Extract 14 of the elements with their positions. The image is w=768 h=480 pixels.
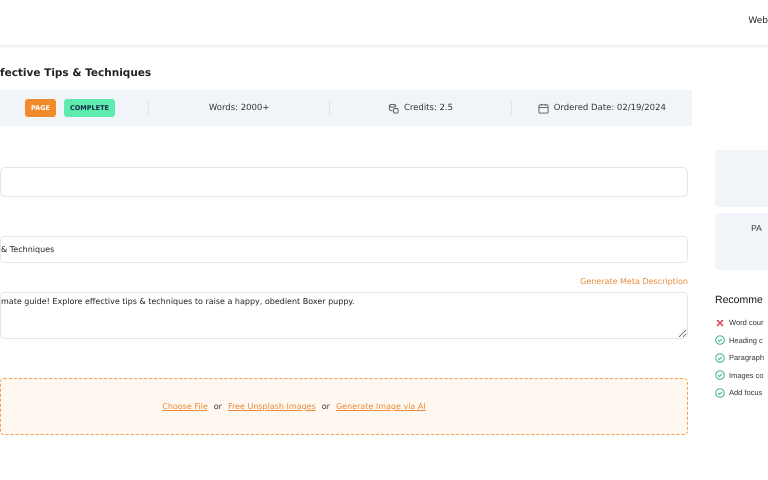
or-label: or	[322, 402, 330, 411]
stat-label: PA	[751, 223, 762, 233]
calendar-icon	[538, 102, 549, 114]
meta-description-field[interactable]: mate guide! Explore effective tips & techniques to raise a happy, obedient Boxer puppy.	[0, 292, 688, 339]
credits: Credits: 2.5	[404, 103, 454, 113]
recommendations-heading: Recomme	[715, 294, 764, 306]
coins-icon	[388, 102, 399, 114]
or-label: or	[214, 402, 222, 411]
text-field[interactable]	[0, 167, 688, 197]
page-title: fective Tips & Techniques	[0, 66, 152, 80]
word-count: Words: 2000+	[208, 103, 270, 113]
ordered-date: Ordered Date: 02/19/2024	[554, 103, 666, 113]
nav-link[interactable]: Web	[748, 16, 768, 26]
text-field[interactable]: & Techniques	[0, 236, 688, 263]
